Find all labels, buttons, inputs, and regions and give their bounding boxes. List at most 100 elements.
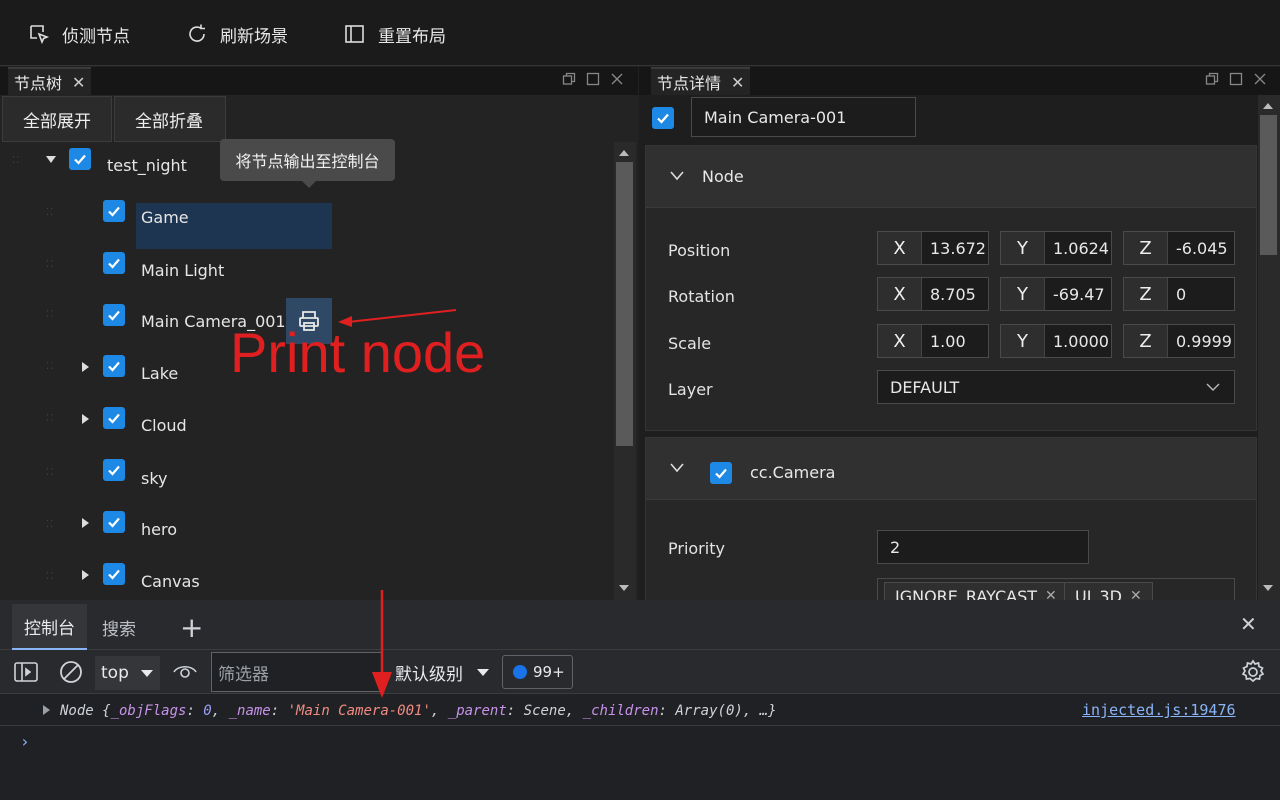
tab-console[interactable]: 控制台 [12, 604, 87, 650]
drag-handle-icon[interactable]: ⁚⁚ [46, 260, 56, 274]
node-enabled-checkbox[interactable] [652, 107, 674, 129]
drag-handle-icon[interactable]: ⁚⁚ [12, 156, 22, 170]
tab-node-tree[interactable]: 节点树 ✕ [8, 67, 92, 95]
expand-triangle-icon[interactable] [82, 570, 89, 580]
camera-section-header[interactable]: cc.Camera [646, 438, 1256, 500]
check-icon [108, 413, 120, 424]
maximize-icon[interactable] [1229, 71, 1243, 86]
scroll-up-icon[interactable] [619, 150, 629, 156]
detail-scrollbar-thumb[interactable] [1260, 115, 1277, 255]
tree-node-label[interactable]: Lake [141, 364, 178, 383]
context-select[interactable]: top [95, 656, 160, 690]
drag-handle-icon[interactable]: ⁚⁚ [46, 414, 56, 428]
node-active-checkbox[interactable] [103, 563, 125, 585]
drag-handle-icon[interactable]: ⁚⁚ [46, 520, 56, 534]
position-y-field[interactable]: Y 1.0624 [1000, 231, 1112, 265]
scroll-down-icon[interactable] [619, 585, 629, 591]
drag-handle-icon[interactable]: ⁚⁚ [46, 362, 56, 376]
issues-counter-button[interactable]: 99+ [502, 655, 573, 689]
node-name-input[interactable]: Main Camera-001 [691, 97, 916, 137]
tree-panel-header: 节点树 ✕ [0, 67, 638, 95]
tree-scrollbar[interactable] [614, 142, 636, 600]
tree-node-label[interactable]: Game [141, 208, 189, 227]
restore-icon[interactable] [562, 71, 576, 85]
filter-input[interactable]: 筛选器 [211, 652, 383, 692]
node-active-checkbox[interactable] [103, 200, 125, 222]
drag-handle-icon[interactable]: ⁚⁚ [46, 572, 56, 586]
chevron-down-icon[interactable] [670, 171, 684, 181]
tab-search[interactable]: 搜索 [90, 604, 148, 650]
check-icon [657, 113, 669, 124]
clear-console-icon[interactable] [59, 660, 83, 684]
expand-all-button[interactable]: 全部展开 [2, 96, 112, 142]
visibility-tag[interactable]: UI_3D ✕ [1064, 582, 1153, 602]
console-prompt[interactable]: › [20, 732, 30, 751]
expand-triangle-icon[interactable] [82, 518, 89, 528]
tree-node-label[interactable]: Canvas [141, 572, 200, 591]
close-icon[interactable]: ✕ [72, 73, 85, 92]
scale-z-field[interactable]: Z 0.9999 [1123, 324, 1235, 358]
eye-icon[interactable] [172, 661, 198, 683]
close-icon[interactable] [1253, 71, 1267, 85]
sidebar-toggle-icon[interactable] [14, 662, 38, 682]
layout-icon [345, 25, 364, 43]
camera-enabled-checkbox[interactable] [710, 462, 732, 484]
log-level-select[interactable]: 默认级别 [395, 660, 489, 685]
position-z-field[interactable]: Z -6.045 [1123, 231, 1235, 265]
position-x-field[interactable]: X 13.672 [877, 231, 989, 265]
priority-input[interactable]: 2 [877, 530, 1089, 564]
detail-window-controls [1205, 71, 1267, 86]
tree-scrollbar-thumb[interactable] [616, 162, 633, 446]
drag-handle-icon[interactable]: ⁚⁚ [46, 468, 56, 482]
visibility-tag[interactable]: IGNORE_RAYCAST ✕ [884, 582, 1068, 602]
scale-y-field[interactable]: Y 1.0000 [1000, 324, 1112, 358]
expand-triangle-icon[interactable] [82, 414, 89, 424]
tree-node-label[interactable]: Cloud [141, 416, 187, 435]
add-tab-button[interactable]: + [168, 604, 215, 650]
node-active-checkbox[interactable] [103, 407, 125, 429]
layer-select-value: DEFAULT [890, 377, 960, 397]
reset-layout-button[interactable]: 重置布局 [344, 18, 446, 50]
close-icon[interactable] [610, 71, 624, 85]
cursor-select-icon [30, 25, 50, 45]
close-console-button[interactable]: ✕ [1240, 612, 1257, 636]
rotation-label: Rotation [668, 287, 735, 306]
node-active-checkbox[interactable] [103, 355, 125, 377]
detail-scrollbar[interactable] [1258, 95, 1280, 600]
refresh-scene-button[interactable]: 刷新场景 [186, 18, 288, 50]
close-icon[interactable]: ✕ [731, 73, 744, 92]
tree-node-label[interactable]: test_night [107, 156, 187, 175]
scale-x-field[interactable]: X 1.00 [877, 324, 989, 358]
scroll-up-icon[interactable] [1263, 103, 1273, 109]
drag-handle-icon[interactable]: ⁚⁚ [46, 310, 56, 324]
maximize-icon[interactable] [586, 71, 600, 86]
tree-node-label[interactable]: Main Light [141, 261, 224, 280]
node-active-checkbox[interactable] [103, 459, 125, 481]
rotation-z-field[interactable]: Z0 [1123, 277, 1235, 311]
settings-gear-icon[interactable] [1240, 659, 1266, 685]
layer-select[interactable]: DEFAULT [877, 370, 1235, 404]
chevron-down-icon[interactable] [670, 463, 684, 473]
collapse-all-button[interactable]: 全部折叠 [114, 96, 226, 142]
log-source-link[interactable]: injected.js:19476 [1082, 701, 1236, 719]
tab-node-detail[interactable]: 节点详情 ✕ [651, 67, 751, 95]
restore-icon[interactable] [1205, 71, 1219, 85]
tree-node-label[interactable]: hero [141, 520, 177, 539]
drag-handle-icon[interactable]: ⁚⁚ [46, 208, 56, 222]
check-icon [108, 465, 120, 476]
log-level-value: 默认级别 [395, 665, 463, 685]
node-section-header[interactable]: Node [646, 146, 1256, 208]
node-active-checkbox[interactable] [103, 511, 125, 533]
scroll-down-icon[interactable] [1263, 585, 1273, 591]
inspect-node-button[interactable]: 侦测节点 [28, 18, 130, 50]
tree-node-label[interactable]: sky [141, 469, 168, 488]
node-active-checkbox[interactable] [69, 148, 91, 170]
rotation-y-field[interactable]: Y -69.47 [1000, 277, 1112, 311]
console-log-entry[interactable]: Node {_objFlags: 0, _name: 'Main Camera-… [0, 696, 1280, 726]
rotation-x-field[interactable]: X 8.705 [877, 277, 989, 311]
expand-triangle-icon[interactable] [82, 362, 89, 372]
node-active-checkbox[interactable] [103, 304, 125, 326]
expand-triangle-icon[interactable] [46, 156, 56, 163]
node-active-checkbox[interactable] [103, 252, 125, 274]
expand-triangle-icon[interactable] [43, 705, 50, 715]
